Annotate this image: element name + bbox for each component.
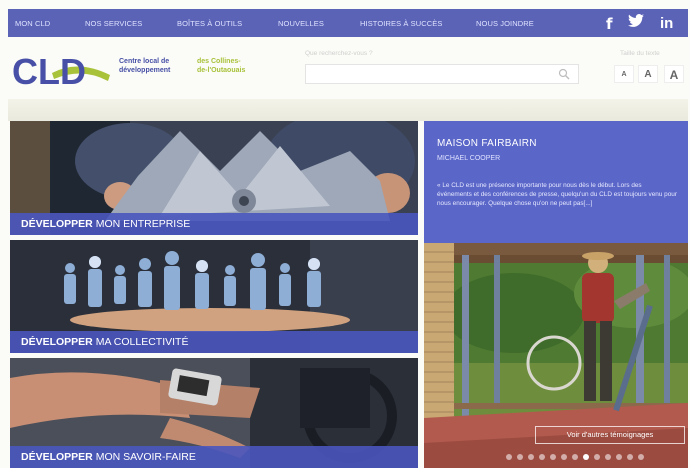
logo-mark: CLD — [12, 51, 86, 91]
logo-line-2: développement — [119, 67, 171, 74]
tile-mon-entreprise[interactable]: DÉVELOPPER MON ENTREPRISE — [10, 121, 418, 235]
tile-entreprise-rest: MON ENTREPRISE — [92, 218, 191, 230]
slider-dot[interactable] — [638, 454, 644, 460]
tile-entreprise-bold: DÉVELOPPER — [21, 218, 93, 230]
tile-ma-collectivite[interactable]: DÉVELOPPER MA COLLECTIVITÉ — [10, 240, 418, 353]
font-size-large-button[interactable]: A — [664, 65, 684, 83]
page: MON CLD NOS SERVICES BOÎTES À OUTILS NOU… — [0, 0, 690, 468]
nav-item-mon-cld[interactable]: MON CLD — [15, 19, 50, 28]
slider-dot[interactable] — [594, 454, 600, 460]
nav-item-nouvelles[interactable]: NOUVELLES — [278, 19, 324, 28]
slider-dot[interactable] — [572, 454, 578, 460]
tile-savoir-faire-caption: DÉVELOPPER MON SAVOIR-FAIRE — [10, 446, 418, 468]
slider-dot[interactable] — [517, 454, 523, 460]
tile-collectivite-bold: DÉVELOPPER — [21, 336, 93, 348]
slider-dot[interactable] — [616, 454, 622, 460]
tile-collectivite-rest: MA COLLECTIVITÉ — [92, 336, 189, 348]
slider-dot[interactable] — [506, 454, 512, 460]
search-icon[interactable] — [558, 68, 570, 80]
testimonial-excerpt: « Le CLD est une présence importante pou… — [437, 182, 677, 207]
search-label: Que recherchez-vous ? — [305, 50, 373, 57]
nav-item-nous-joindre[interactable]: NOUS JOINDRE — [476, 19, 534, 28]
slider-dot[interactable] — [528, 454, 534, 460]
slider-dot[interactable] — [605, 454, 611, 460]
testimonial-title[interactable]: MAISON FAIRBAIRN — [437, 138, 537, 149]
logo-name-blue: Centre local de développement — [119, 57, 170, 75]
twitter-icon[interactable] — [628, 14, 644, 32]
top-nav: MON CLD NOS SERVICES BOÎTES À OUTILS NOU… — [8, 9, 688, 37]
logo-name-green: des Collines- de-l'Outaouais — [197, 57, 245, 75]
more-testimonials-button[interactable]: Voir d'autres témoignages — [535, 426, 685, 444]
tile-savoir-faire-bold: DÉVELOPPER — [21, 451, 93, 463]
font-size-medium-button[interactable]: A — [638, 65, 658, 83]
nav-item-histoires-a-succes[interactable]: HISTOIRES À SUCCÈS — [360, 19, 443, 28]
logo-line-3: des Collines- — [197, 58, 241, 65]
testimonial-panel: MAISON FAIRBAIRN MICHAEL COOPER « Le CLD… — [424, 121, 688, 243]
header-divider — [8, 99, 688, 121]
logo-line-1: Centre local de — [119, 58, 170, 65]
slider-dot[interactable] — [561, 454, 567, 460]
testimonial-slider: Voir d'autres témoignages — [424, 243, 688, 468]
font-size-small-button[interactable]: A — [614, 65, 634, 83]
slider-dots — [506, 454, 644, 460]
search-input[interactable] — [305, 64, 579, 84]
logo-line-4: de-l'Outaouais — [197, 67, 246, 74]
site-header: CLD Centre local de développement des Co… — [8, 37, 688, 99]
nav-item-nos-services[interactable]: NOS SERVICES — [85, 19, 142, 28]
slider-dot[interactable] — [550, 454, 556, 460]
testimonial-author: MICHAEL COOPER — [437, 155, 501, 162]
tile-savoir-faire-rest: MON SAVOIR-FAIRE — [92, 451, 196, 463]
nav-item-boites-a-outils[interactable]: BOÎTES À OUTILS — [177, 19, 242, 28]
cld-logo[interactable]: CLD — [12, 51, 122, 91]
tile-entreprise-caption: DÉVELOPPER MON ENTREPRISE — [10, 213, 418, 235]
linkedin-icon[interactable]: in — [660, 15, 673, 32]
facebook-icon[interactable]: f — [606, 15, 613, 33]
slider-dot[interactable] — [627, 454, 633, 460]
slider-dot[interactable] — [583, 454, 589, 460]
slider-dot[interactable] — [539, 454, 545, 460]
tile-collectivite-caption: DÉVELOPPER MA COLLECTIVITÉ — [10, 331, 418, 353]
text-size-label: Taille du texte — [620, 50, 660, 57]
tile-mon-savoir-faire[interactable]: DÉVELOPPER MON SAVOIR-FAIRE — [10, 358, 418, 468]
